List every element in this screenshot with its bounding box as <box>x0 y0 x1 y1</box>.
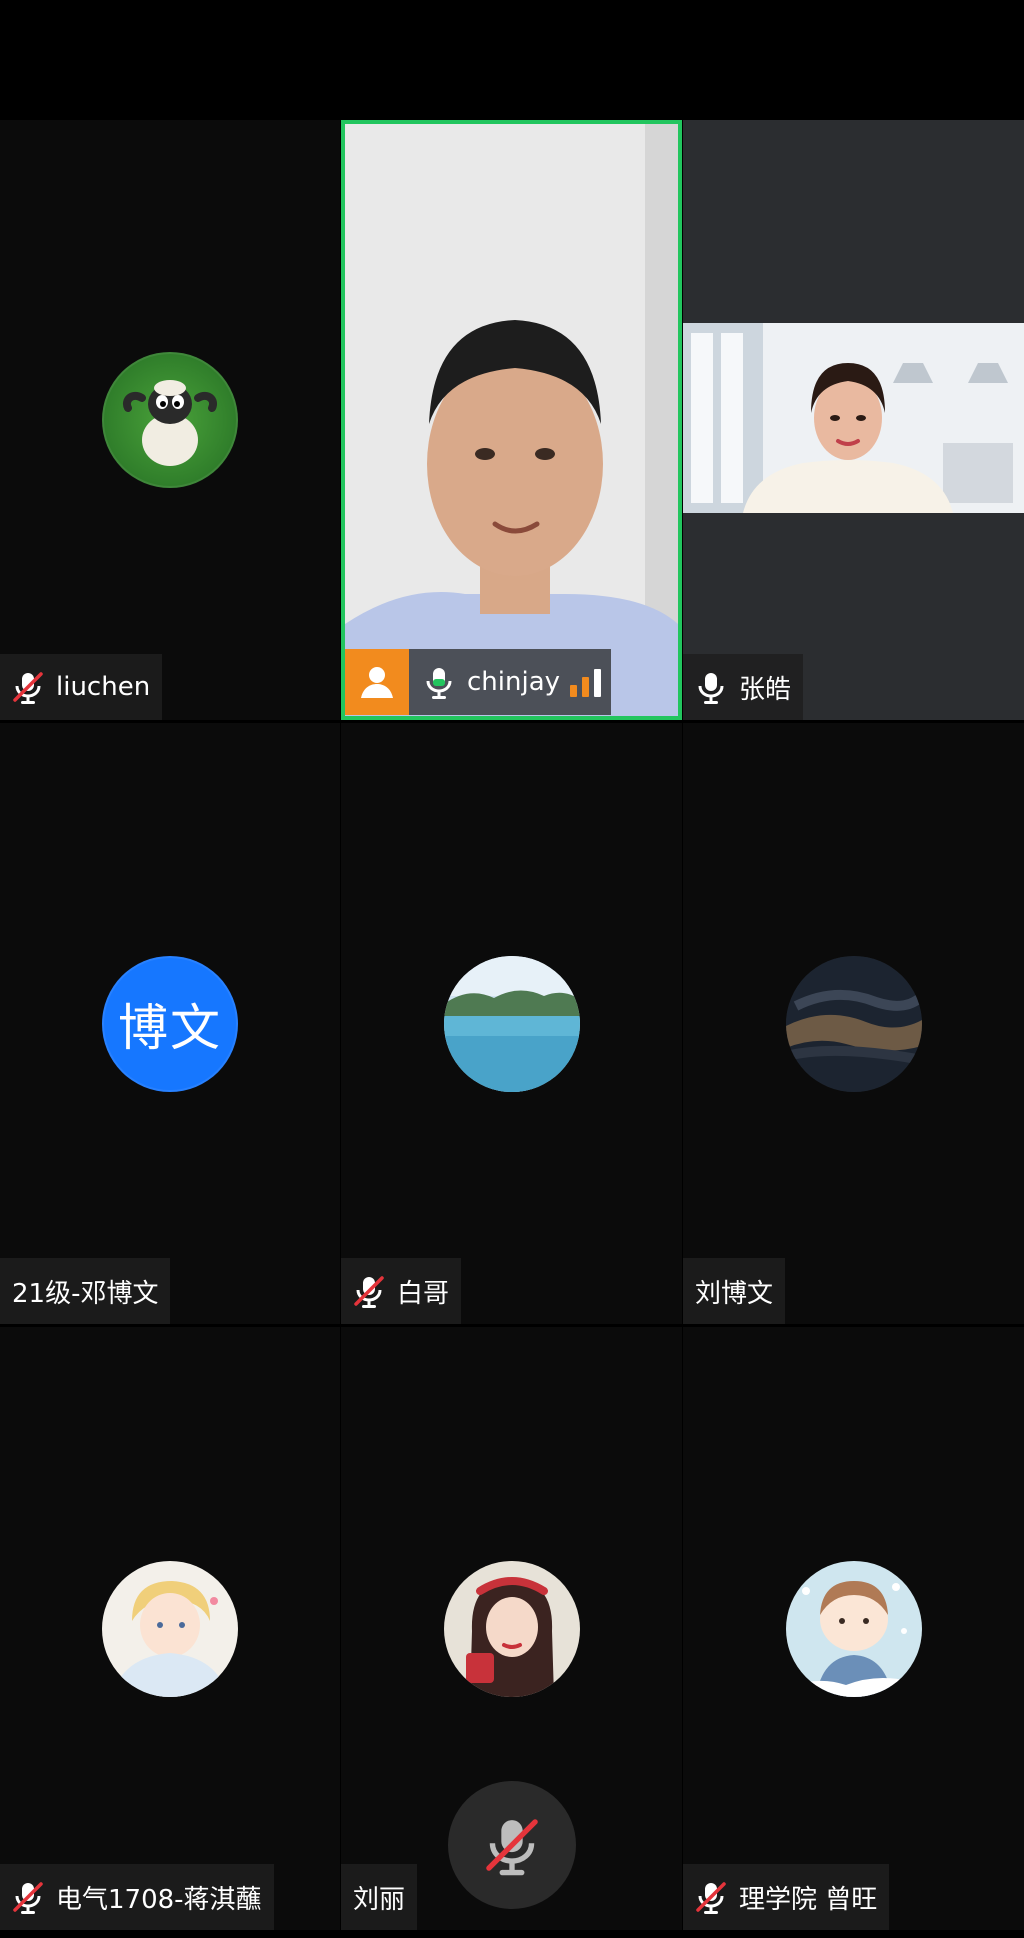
participant-tile-zhanghao[interactable]: 张皓 <box>683 120 1024 720</box>
avatar-initials: 博文 <box>118 998 222 1057</box>
mic-icon <box>421 664 457 700</box>
participant-name: chinjay <box>467 667 561 697</box>
participant-name: 张皓 <box>739 674 792 705</box>
avatar <box>102 1560 238 1697</box>
name-label: liuchen <box>0 654 163 720</box>
name-label: 21级-邓博文 <box>0 1258 171 1324</box>
avatar <box>785 955 922 1092</box>
participant-name: 白哥 <box>397 1278 450 1309</box>
woman-video-icon <box>683 323 1024 513</box>
participant-name: 刘丽 <box>353 1884 406 1915</box>
participant-grid: liuchen chinjay 张皓 博文 21级-邓博文 白哥 刘博文 电气1… <box>0 120 1024 1930</box>
avatar <box>102 352 238 488</box>
mic-muted-icon <box>351 1273 387 1309</box>
name-label: 理学院 曾旺 <box>683 1864 890 1930</box>
signal-strength-icon <box>570 667 602 697</box>
mic-muted-icon <box>10 1879 46 1915</box>
participant-tile-baige[interactable]: 白哥 <box>341 723 682 1324</box>
mic-muted-icon <box>10 669 46 705</box>
lake-icon <box>443 955 580 1092</box>
participant-name: 刘博文 <box>695 1278 774 1309</box>
avatar <box>443 955 580 1092</box>
anime-icon <box>102 1560 238 1697</box>
avatar <box>443 1560 580 1697</box>
video-feed <box>683 323 1024 513</box>
participant-tile-chinjay[interactable]: chinjay <box>341 120 682 720</box>
participant-tile-zengwang[interactable]: 理学院 曾旺 <box>683 1327 1024 1930</box>
participant-name: liuchen <box>56 672 151 702</box>
participant-name: 21级-邓博文 <box>12 1278 159 1309</box>
name-label: 张皓 <box>683 654 804 720</box>
mic-icon <box>693 669 729 705</box>
cartoon-icon <box>785 1560 922 1697</box>
girl-icon <box>443 1560 580 1697</box>
name-label: chinjay <box>345 648 612 716</box>
avatar <box>785 1560 922 1697</box>
man-video-icon <box>345 124 678 716</box>
participant-tile-liuchen[interactable]: liuchen <box>0 120 340 720</box>
sheep-icon <box>123 380 217 466</box>
name-label: 白哥 <box>341 1258 462 1324</box>
name-label: 刘博文 <box>683 1258 786 1324</box>
participant-name: 理学院 曾旺 <box>739 1884 878 1915</box>
mic-muted-icon <box>486 1819 538 1876</box>
mic-muted-icon <box>693 1879 729 1915</box>
participant-tile-liubowen[interactable]: 刘博文 <box>683 723 1024 1324</box>
sky-icon <box>785 955 922 1092</box>
participant-tile-dengbowen[interactable]: 博文 21级-邓博文 <box>0 723 340 1324</box>
name-label: 刘丽 <box>341 1864 418 1930</box>
video-feed <box>345 124 678 716</box>
toggle-mute-button[interactable] <box>448 1781 576 1909</box>
participant-name: 电气1708-蒋淇蘸 <box>56 1884 262 1915</box>
name-label: 电气1708-蒋淇蘸 <box>0 1864 274 1930</box>
avatar: 博文 <box>102 955 238 1092</box>
participant-tile-jiangqizhan[interactable]: 电气1708-蒋淇蘸 <box>0 1327 340 1930</box>
host-badge-icon <box>345 649 409 715</box>
